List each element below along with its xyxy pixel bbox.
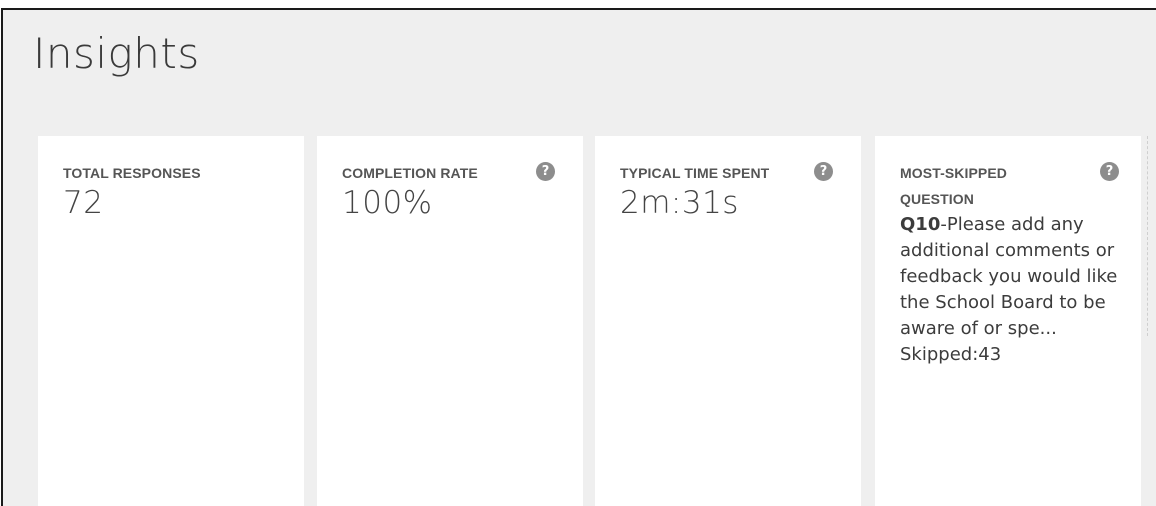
question-icon[interactable]: ? [1100, 162, 1119, 181]
most-skipped-label: MOST-SKIPPED QUESTION [900, 165, 1007, 207]
next-card-edge [1147, 136, 1156, 336]
total-responses-value: 72 [63, 185, 104, 221]
page-title: Insights [33, 29, 200, 78]
completion-rate-label: COMPLETION RATE [342, 165, 478, 181]
completion-rate-card: COMPLETION RATE ? 100% [317, 136, 583, 506]
most-skipped-card: MOST-SKIPPED QUESTION ? Q10-Please add a… [875, 136, 1141, 506]
question-id: Q10 [900, 214, 941, 235]
skipped-count: Skipped:43 [900, 344, 1002, 365]
typical-time-label: TYPICAL TIME SPENT [620, 165, 770, 181]
typical-time-value: 2m:31s [620, 185, 739, 221]
question-icon[interactable]: ? [814, 162, 833, 181]
total-responses-label: TOTAL RESPONSES [63, 165, 201, 181]
typical-time-card: TYPICAL TIME SPENT ? 2m:31s [595, 136, 861, 506]
completion-rate-value: 100% [342, 185, 433, 221]
total-responses-card: TOTAL RESPONSES 72 [38, 136, 304, 506]
question-icon[interactable]: ? [536, 162, 555, 181]
most-skipped-question[interactable]: Q10-Please add any additional comments o… [900, 212, 1126, 368]
insights-panel: Insights TOTAL RESPONSES 72 COMPLETION R… [1, 8, 1156, 506]
